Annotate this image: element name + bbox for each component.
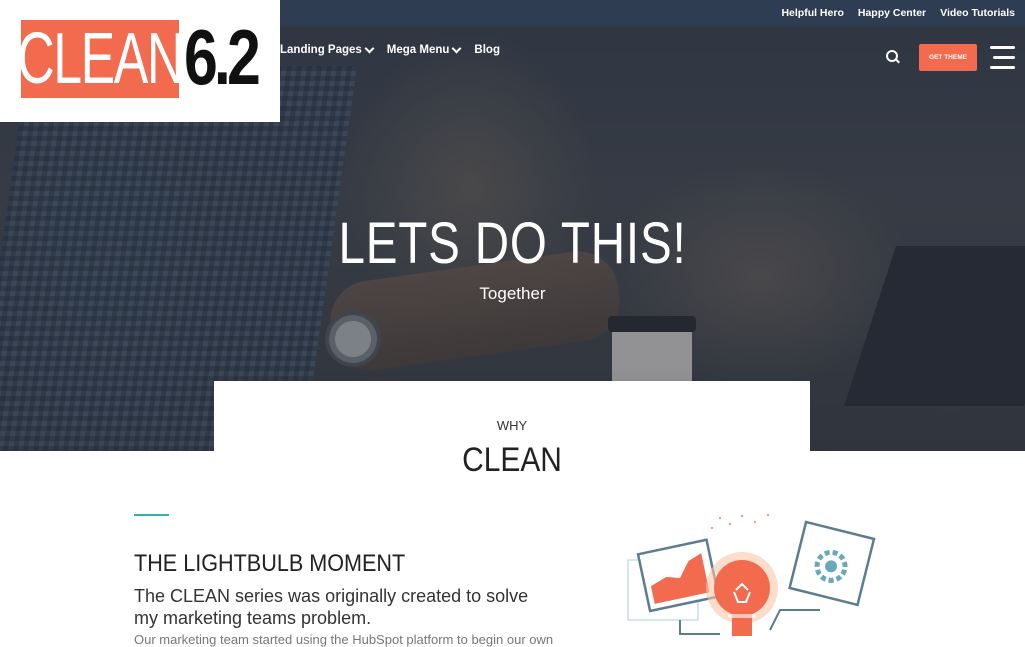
feature-text: The CLEAN series was originally created … [134, 586, 529, 628]
utility-links: Helpful Hero Happy Center Video Tutorial… [781, 0, 1015, 26]
logo-word: CLEAN [17, 19, 184, 99]
why-kicker: WHY [496, 418, 528, 433]
hero-subtitle: Together [479, 284, 546, 303]
accent-divider [134, 514, 169, 516]
link-video-tutorials[interactable]: Video Tutorials [940, 7, 1015, 19]
nav-label: Landing Pages [280, 44, 362, 56]
lightbulb-illustration [627, 513, 876, 636]
chevron-down-icon [364, 43, 375, 54]
nav-item-blog[interactable]: Blog [474, 44, 500, 56]
nav-label: Blog [474, 44, 500, 56]
logo-version: 6.2 [184, 13, 261, 101]
hamburger-menu-icon[interactable] [990, 46, 1015, 70]
feature-title: THE LIGHTBULB MOMENT [134, 550, 406, 577]
search-icon[interactable] [886, 50, 900, 64]
nav-item-mega-menu[interactable]: Mega Menu [386, 43, 462, 56]
chevron-down-icon [451, 43, 462, 54]
nav-label: Mega Menu [386, 44, 450, 56]
nav-item-landing-pages[interactable]: Landing Pages [280, 43, 375, 56]
logo-wordmark: CLEAN [17, 20, 184, 98]
link-happy-center[interactable]: Happy Center [858, 7, 926, 19]
why-title: CLEAN [462, 441, 562, 479]
link-helpful-hero[interactable]: Helpful Hero [781, 7, 843, 19]
hero-title: LETS DO THIS! [338, 211, 687, 276]
site-logo[interactable]: CLEAN 6.2 [0, 0, 280, 122]
get-theme-button[interactable]: GET THEME [919, 44, 977, 71]
why-card: WHY CLEAN [214, 381, 810, 491]
feature-body-text: Our marketing team started using the Hub… [134, 632, 554, 647]
main-navigation: Landing Pages Mega Menu Blog [280, 43, 500, 56]
